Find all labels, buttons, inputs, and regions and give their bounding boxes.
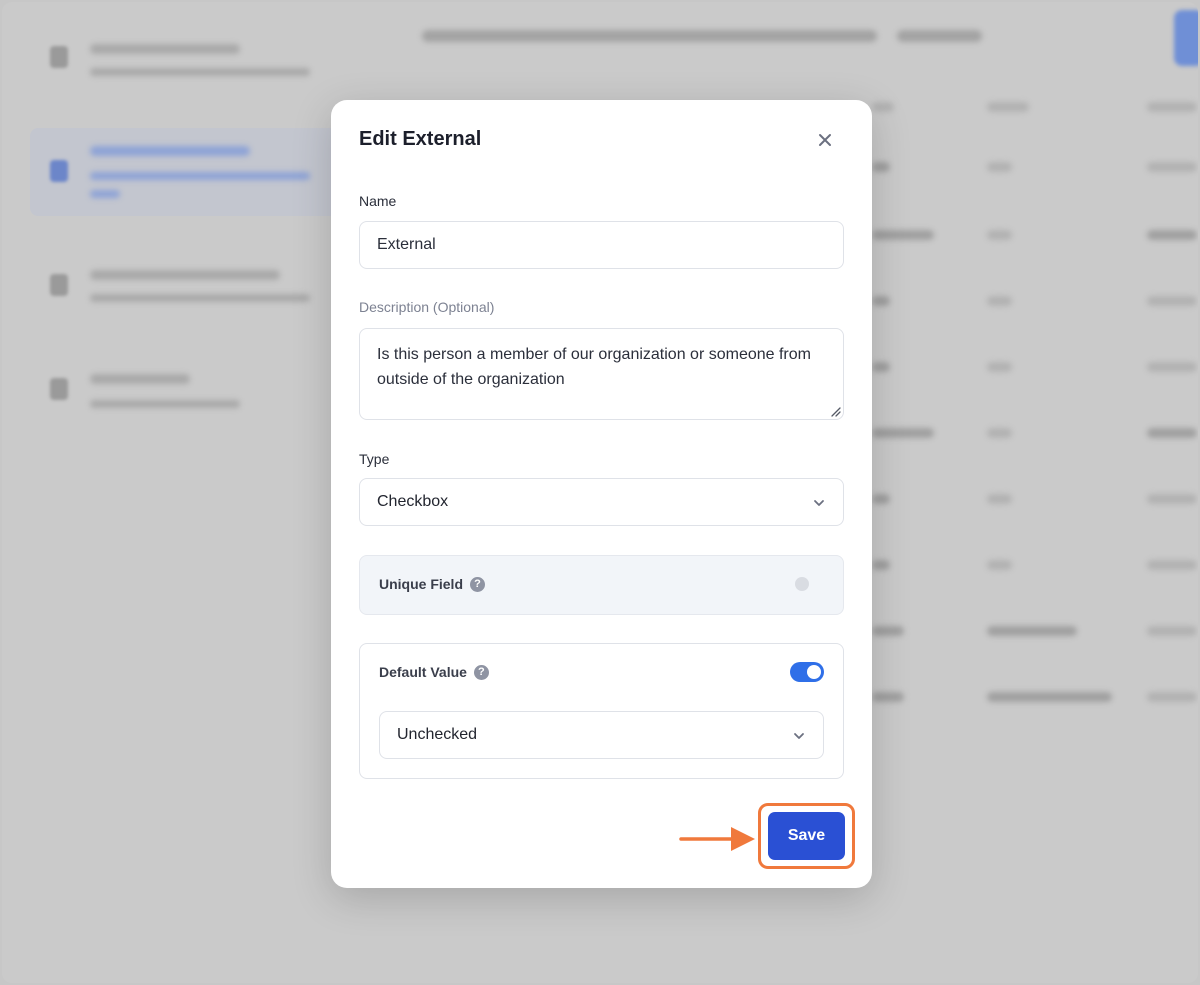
default-value-label-wrap: Default Value ? xyxy=(379,664,489,680)
background-nav-item xyxy=(30,356,350,444)
unique-field-label: Unique Field xyxy=(379,576,463,592)
name-input[interactable]: External xyxy=(359,221,844,269)
background-nav-item xyxy=(30,252,350,340)
default-value-toggle[interactable] xyxy=(790,662,824,682)
close-button[interactable] xyxy=(813,128,837,152)
type-select-value: Checkbox xyxy=(377,493,449,510)
background-nav-item-active xyxy=(30,128,350,216)
default-value-select[interactable]: Unchecked xyxy=(379,711,824,759)
unique-field-label-wrap: Unique Field ? xyxy=(379,576,485,592)
name-input-value: External xyxy=(377,236,436,253)
description-value: Is this person a member of our organizat… xyxy=(377,346,811,388)
default-value-label: Default Value xyxy=(379,664,467,680)
arrow-right-icon xyxy=(679,827,755,851)
default-value-select-value: Unchecked xyxy=(397,726,478,743)
help-icon[interactable]: ? xyxy=(473,664,489,680)
description-label: Description (Optional) xyxy=(359,299,495,315)
unique-field-section: Unique Field ? xyxy=(359,555,844,615)
unique-field-toggle[interactable] xyxy=(795,577,809,591)
type-select[interactable]: Checkbox xyxy=(359,478,844,526)
background-sidebar xyxy=(2,2,372,983)
edit-field-modal: Edit External Name External Description … xyxy=(331,100,872,888)
resize-grip-icon[interactable] xyxy=(829,405,841,417)
default-value-section: Default Value ? Unchecked xyxy=(359,643,844,779)
save-button[interactable]: Save xyxy=(768,812,845,860)
chevron-down-icon xyxy=(794,733,804,739)
modal-title: Edit External xyxy=(359,128,482,150)
help-icon[interactable]: ? xyxy=(470,576,485,592)
close-icon xyxy=(819,134,831,146)
background-nav-item xyxy=(30,24,350,112)
chevron-down-icon xyxy=(814,500,824,506)
type-label: Type xyxy=(359,451,390,467)
description-textarea[interactable]: Is this person a member of our organizat… xyxy=(359,328,844,420)
name-label: Name xyxy=(359,193,397,209)
